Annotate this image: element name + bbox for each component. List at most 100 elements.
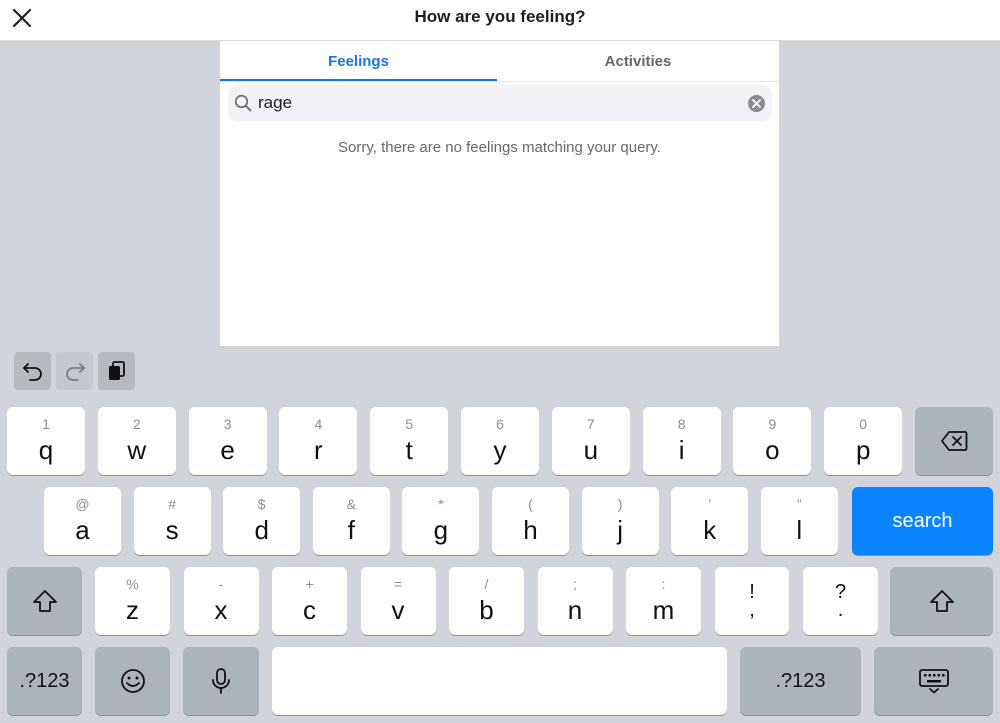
key-i[interactable]: 8i [642,407,721,475]
key-char: t [405,435,413,465]
key-e[interactable]: 3e [188,407,267,475]
key-hint: % [126,576,139,592]
key-char: x [214,595,228,625]
undo-icon [22,363,42,381]
search-bar [228,85,772,121]
key-hint: * [438,496,444,512]
key-k[interactable]: ’ k [671,487,749,555]
space-key[interactable] [272,647,727,715]
onscreen-keyboard: 1q2w3e4r5t6y7u8i9o0p @ a # s $ d & f * g(h) j’ k” l … [0,346,1000,723]
key-hint: 2 [132,416,141,432]
key-hint: + [305,576,314,592]
shift-icon [929,590,954,612]
key-hint: ’ [708,496,712,512]
key-hint: 8 [677,416,686,432]
undo-button[interactable] [14,352,51,390]
key-char: y [493,435,507,465]
numbers-key-label: .?123 [775,669,826,692]
key-hint: @ [75,496,90,512]
key-c[interactable]: + c [272,567,347,635]
key-hint: 5 [405,416,414,432]
key-u[interactable]: 7u [551,407,630,475]
key-q[interactable]: 1q [7,407,85,475]
key-y[interactable]: 6y [461,407,539,475]
paste-button[interactable] [98,352,135,390]
key-hint: ; [573,576,577,592]
page-title: How are you feeling? [414,7,586,26]
key-char: o [765,435,780,465]
shift-key-right[interactable] [890,567,993,635]
key-hint: ( [528,496,533,512]
key-hint: 0 [859,416,868,432]
tab-activities[interactable]: Activities [497,41,779,81]
key-char: d [254,515,269,545]
hide-keyboard-key[interactable] [874,647,993,715]
shift-icon [32,590,57,612]
key-hint: 9 [768,416,777,432]
key-l[interactable]: ” l [760,487,838,555]
key-char: f [347,515,355,545]
key-hint: 7 [586,416,595,432]
key-question-period[interactable]: ? . [803,567,878,635]
key-j[interactable]: ) j [581,487,659,555]
key-hint: 4 [314,416,323,432]
key-d[interactable]: $ d [223,487,301,555]
search-key[interactable]: search [852,487,993,555]
active-tab-indicator [220,79,497,81]
tab-feelings[interactable]: Feelings [220,41,497,81]
key-char: w [127,435,147,465]
key-x[interactable]: -x [183,567,259,635]
key-exclamation-comma[interactable]: ! , [715,567,789,635]
header-bar: How are you feeling? [0,0,1000,41]
key-p[interactable]: 0p [824,407,903,475]
key-char: l [796,515,803,545]
feelings-panel: Feelings Activities Sorry, there are no … [220,41,779,346]
key-r[interactable]: 4r [279,407,358,475]
emoji-key[interactable] [95,647,170,715]
backspace-icon [941,431,968,451]
key-f[interactable]: & f [312,487,390,555]
key-char: k [703,515,717,545]
key-hint: 6 [496,416,504,432]
key-hint: # [168,496,176,512]
clipboard-icon [108,361,125,380]
key-t[interactable]: 5t [370,407,449,475]
key-s[interactable]: # s [133,487,211,555]
dictation-key[interactable] [183,647,259,715]
emoji-icon [120,669,145,693]
key-char: a [75,515,90,545]
key-h[interactable]: (h [492,487,569,555]
key-hint: ” [796,496,802,512]
key-m[interactable]: :m [626,567,701,635]
key-hint: 1 [42,416,50,432]
key-hint: & [346,496,356,512]
key-g[interactable]: * g [402,487,480,555]
search-icon [234,94,252,112]
numbers-key-left[interactable]: .?123 [7,647,82,715]
key-char: p [855,435,871,465]
key-hint: 3 [223,416,232,432]
key-b[interactable]: / b [449,567,524,635]
redo-button[interactable] [56,352,93,390]
key-o[interactable]: 9o [733,407,812,475]
numbers-key-right[interactable]: .?123 [740,647,861,715]
key-a[interactable]: @ a [44,487,121,555]
key-v[interactable]: = v [360,567,436,635]
key-n[interactable]: ; n [537,567,613,635]
clear-search-button[interactable] [748,95,765,112]
key-hint: : [661,576,666,592]
key-hint: ) [617,496,623,512]
tab-bar: Feelings Activities [220,41,779,82]
backspace-key[interactable] [915,407,993,475]
empty-results-message: Sorry, there are no feelings matching yo… [338,139,661,156]
key-w[interactable]: 2w [97,407,176,475]
shift-key-left[interactable] [7,567,82,635]
key-char: , [749,599,755,621]
key-z[interactable]: % z [95,567,170,635]
key-char: g [433,515,449,545]
key-char: m [652,595,675,625]
keyboard-hide-icon [918,669,949,694]
search-input[interactable] [258,85,738,121]
microphone-icon [212,668,230,694]
key-hint: - [218,576,224,592]
